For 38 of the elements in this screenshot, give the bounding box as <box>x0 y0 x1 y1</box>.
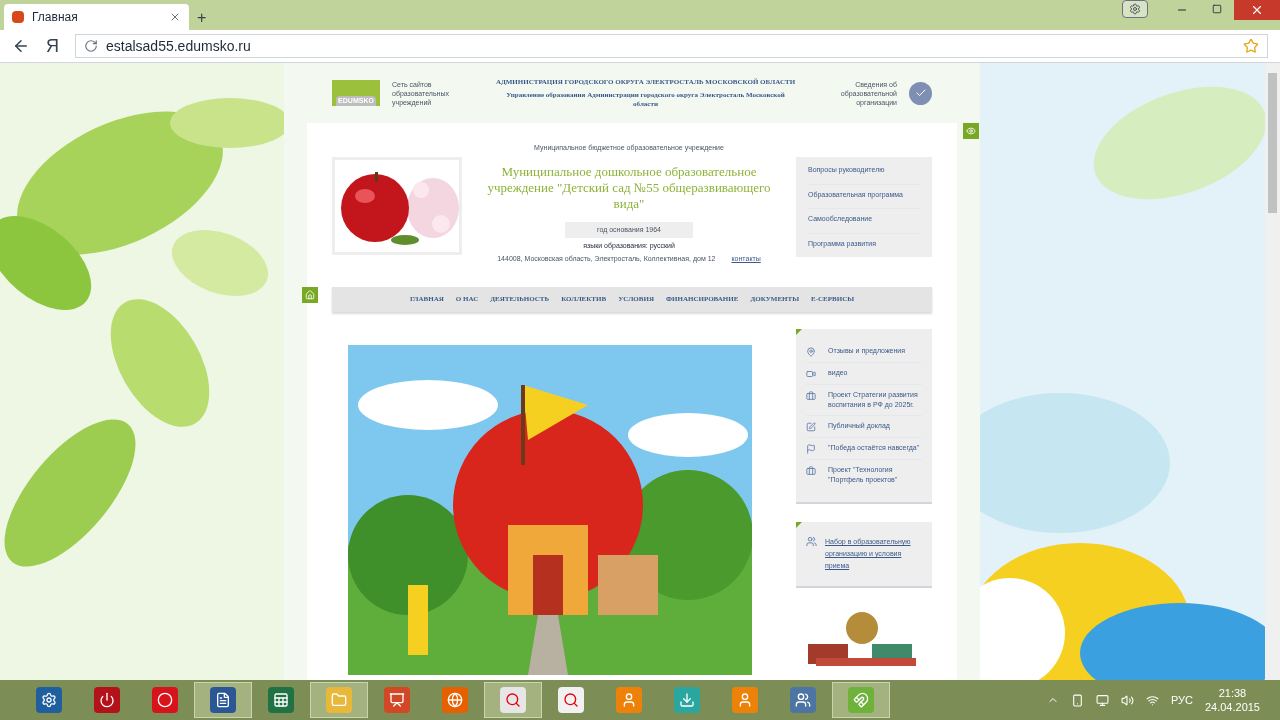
yandex-button[interactable]: Я <box>42 32 63 60</box>
close-icon[interactable] <box>169 11 181 23</box>
folder-icon <box>331 692 347 708</box>
tab-title: Главная <box>32 9 79 26</box>
browser-tab[interactable]: Главная <box>4 4 189 30</box>
ring-icon <box>157 692 173 708</box>
people-icon <box>795 692 811 708</box>
maximize-icon[interactable] <box>1212 4 1222 14</box>
document-icon <box>215 692 231 708</box>
settings-icon <box>41 692 57 708</box>
gear-icon <box>1129 3 1141 15</box>
person-icon <box>737 692 753 708</box>
power-icon <box>99 692 115 708</box>
clock[interactable]: 21:38 24.04.2015 <box>1204 686 1260 714</box>
magnet-icon <box>853 692 869 708</box>
reload-icon[interactable] <box>84 39 98 53</box>
volume-icon[interactable] <box>1120 693 1134 707</box>
new-tab-button[interactable]: + <box>193 10 211 26</box>
presentation-icon <box>389 692 405 708</box>
address-field[interactable]: estalsad55.edumsko.ru <box>75 34 1268 58</box>
search-icon <box>563 692 579 708</box>
address-text: estalsad55.edumsko.ru <box>106 36 252 56</box>
network-icon[interactable] <box>1095 693 1109 707</box>
settings-button[interactable] <box>1122 0 1148 18</box>
globe-icon <box>447 692 463 708</box>
spreadsheet-icon <box>273 692 289 708</box>
browser-icon <box>505 692 521 708</box>
download-icon <box>679 692 695 708</box>
taskbar-app[interactable] <box>194 682 252 718</box>
close-window-button[interactable] <box>1234 0 1280 20</box>
phone-icon[interactable] <box>1070 693 1084 707</box>
favicon-icon <box>12 11 24 23</box>
language-indicator[interactable]: РУС <box>1170 691 1193 709</box>
back-icon[interactable] <box>12 37 30 55</box>
person-icon <box>621 692 637 708</box>
close-icon <box>1250 3 1264 17</box>
star-icon[interactable] <box>1243 38 1259 54</box>
wifi-icon[interactable] <box>1145 693 1159 707</box>
